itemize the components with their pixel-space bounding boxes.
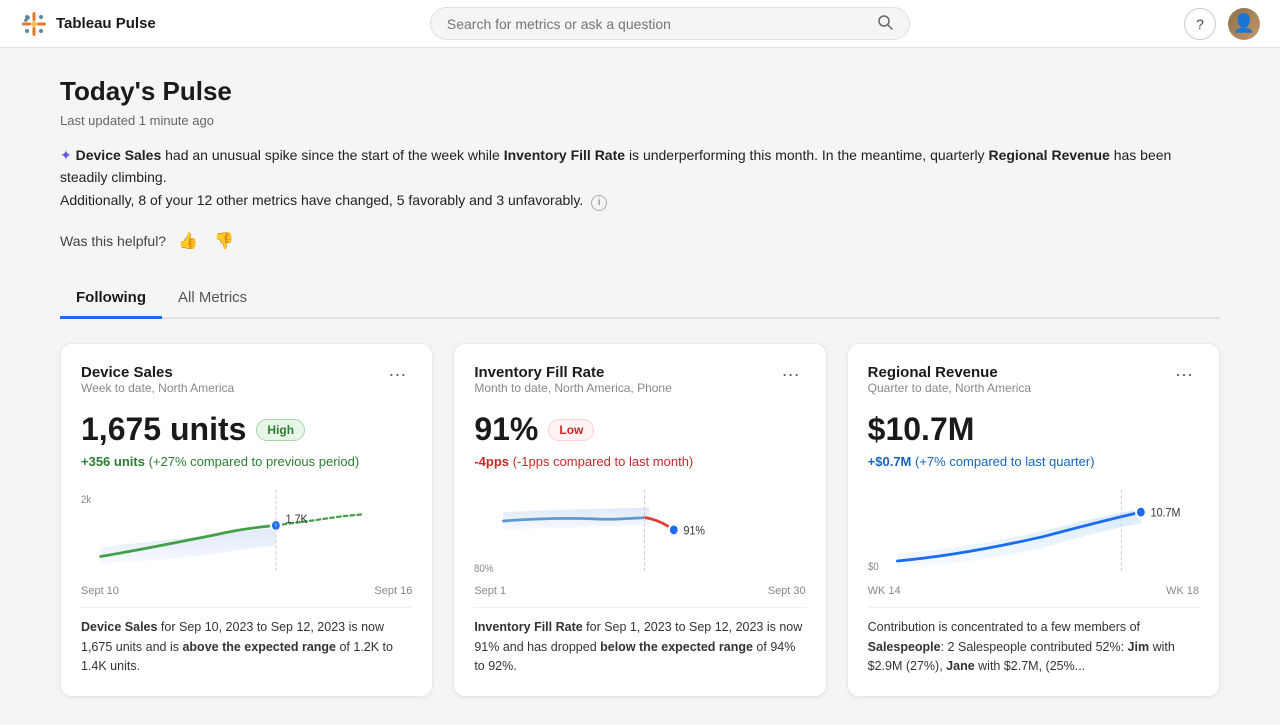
card-revenue-description: Contribution is concentrated to a few me… <box>868 607 1199 676</box>
card-device-sales-badge: High <box>256 419 305 441</box>
card-device-sales: Device Sales Week to date, North America… <box>60 343 433 697</box>
device-sales-chart-svg: 1.7K 2k <box>81 481 412 581</box>
svg-text:2k: 2k <box>81 495 92 507</box>
card-inventory-value-row: 91% Low <box>474 411 805 448</box>
card-device-sales-chart: 1.7K 2k <box>81 481 412 581</box>
card-inventory-value: 91% <box>474 411 538 448</box>
tab-following[interactable]: Following <box>60 279 162 319</box>
card-revenue-subtitle: Quarter to date, North America <box>868 381 1031 395</box>
card-inventory-title: Inventory Fill Rate <box>474 364 671 381</box>
search-container <box>172 7 1168 40</box>
card-device-sales-value: 1,675 units <box>81 411 246 448</box>
summary-part4: is underperforming this month. In the me… <box>629 147 989 163</box>
tab-all-metrics[interactable]: All Metrics <box>162 279 263 319</box>
summary-inventory: Inventory Fill Rate <box>504 147 625 163</box>
tabs-container: Following All Metrics <box>60 279 1220 319</box>
help-button[interactable]: ? <box>1184 8 1216 40</box>
summary-part7: Additionally, 8 of your 12 other metrics… <box>60 189 1220 211</box>
card-revenue-header: Regional Revenue Quarter to date, North … <box>868 364 1199 407</box>
card-revenue-title: Regional Revenue <box>868 364 1031 381</box>
card-inventory-header: Inventory Fill Rate Month to date, North… <box>474 364 805 407</box>
tableau-logo-icon <box>20 10 48 38</box>
summary-device-sales: Device Sales <box>76 147 162 163</box>
card-device-sales-x-start: Sept 10 <box>81 585 119 597</box>
card-inventory-subtitle: Month to date, North America, Phone <box>474 381 671 395</box>
card-inventory-fill-rate: Inventory Fill Rate Month to date, North… <box>453 343 826 697</box>
card-device-sales-description: Device Sales for Sep 10, 2023 to Sep 12,… <box>81 607 412 676</box>
summary-section: ✦ Device Sales had an unusual spike sinc… <box>60 144 1220 211</box>
card-device-sales-title: Device Sales <box>81 364 234 381</box>
summary-revenue: Regional Revenue <box>988 147 1109 163</box>
svg-text:91%: 91% <box>684 525 705 538</box>
search-icon <box>877 14 893 33</box>
spark-icon: ✦ <box>60 147 72 163</box>
main-content: Today's Pulse Last updated 1 minute ago … <box>20 48 1260 725</box>
card-device-sales-value-row: 1,675 units High <box>81 411 412 448</box>
revenue-chart-svg: 10.7M $0 <box>868 481 1199 581</box>
app-header: Tableau Pulse ? 👤 <box>0 0 1280 48</box>
feedback-label: Was this helpful? <box>60 233 166 249</box>
card-inventory-change: -4pps (-1pps compared to last month) <box>474 454 805 469</box>
card-revenue-change: +$0.7M (+7% compared to last quarter) <box>868 454 1199 469</box>
card-revenue-x-end: WK 18 <box>1166 585 1199 597</box>
thumbs-up-button[interactable]: 👍 <box>174 227 202 255</box>
feedback-row: Was this helpful? 👍 👎 <box>60 227 1220 255</box>
search-bar <box>430 7 910 40</box>
card-revenue-value: $10.7M <box>868 411 975 448</box>
info-icon[interactable]: i <box>591 195 607 211</box>
card-inventory-title-area: Inventory Fill Rate Month to date, North… <box>474 364 671 407</box>
svg-text:$0: $0 <box>868 562 879 574</box>
card-inventory-description: Inventory Fill Rate for Sep 1, 2023 to S… <box>474 607 805 676</box>
card-device-sales-title-area: Device Sales Week to date, North America <box>81 364 234 407</box>
card-revenue-title-area: Regional Revenue Quarter to date, North … <box>868 364 1031 407</box>
inventory-chart-svg: 91% 80% <box>474 481 805 581</box>
page-title: Today's Pulse <box>60 76 1220 107</box>
header-actions: ? 👤 <box>1184 8 1260 40</box>
card-device-sales-header: Device Sales Week to date, North America… <box>81 364 412 407</box>
cards-grid: Device Sales Week to date, North America… <box>60 343 1220 697</box>
card-device-sales-change: +356 units (+27% compared to previous pe… <box>81 454 412 469</box>
card-inventory-chart: 91% 80% <box>474 481 805 581</box>
card-revenue-menu-button[interactable]: ⋯ <box>1169 364 1199 386</box>
logo-text: Tableau Pulse <box>56 15 156 32</box>
card-device-sales-x-end: Sept 16 <box>374 585 412 597</box>
card-revenue-x-start: WK 14 <box>868 585 901 597</box>
card-revenue-value-row: $10.7M <box>868 411 1199 448</box>
card-inventory-badge: Low <box>548 419 594 441</box>
svg-text:1.7K: 1.7K <box>286 514 308 527</box>
card-device-sales-menu-button[interactable]: ⋯ <box>382 364 412 386</box>
summary-part2: had an unusual spike since the start of … <box>165 147 504 163</box>
card-revenue-chart: 10.7M $0 <box>868 481 1199 581</box>
card-regional-revenue: Regional Revenue Quarter to date, North … <box>847 343 1220 697</box>
card-inventory-x-start: Sept 1 <box>474 585 506 597</box>
logo: Tableau Pulse <box>20 10 156 38</box>
search-input[interactable] <box>447 16 869 32</box>
avatar[interactable]: 👤 <box>1228 8 1260 40</box>
card-inventory-x-end: Sept 30 <box>768 585 806 597</box>
card-inventory-menu-button[interactable]: ⋯ <box>776 364 806 386</box>
last-updated-text: Last updated 1 minute ago <box>60 113 1220 128</box>
card-device-sales-subtitle: Week to date, North America <box>81 381 234 395</box>
svg-text:10.7M: 10.7M <box>1150 507 1180 520</box>
svg-text:80%: 80% <box>474 564 493 576</box>
thumbs-down-button[interactable]: 👎 <box>210 227 238 255</box>
